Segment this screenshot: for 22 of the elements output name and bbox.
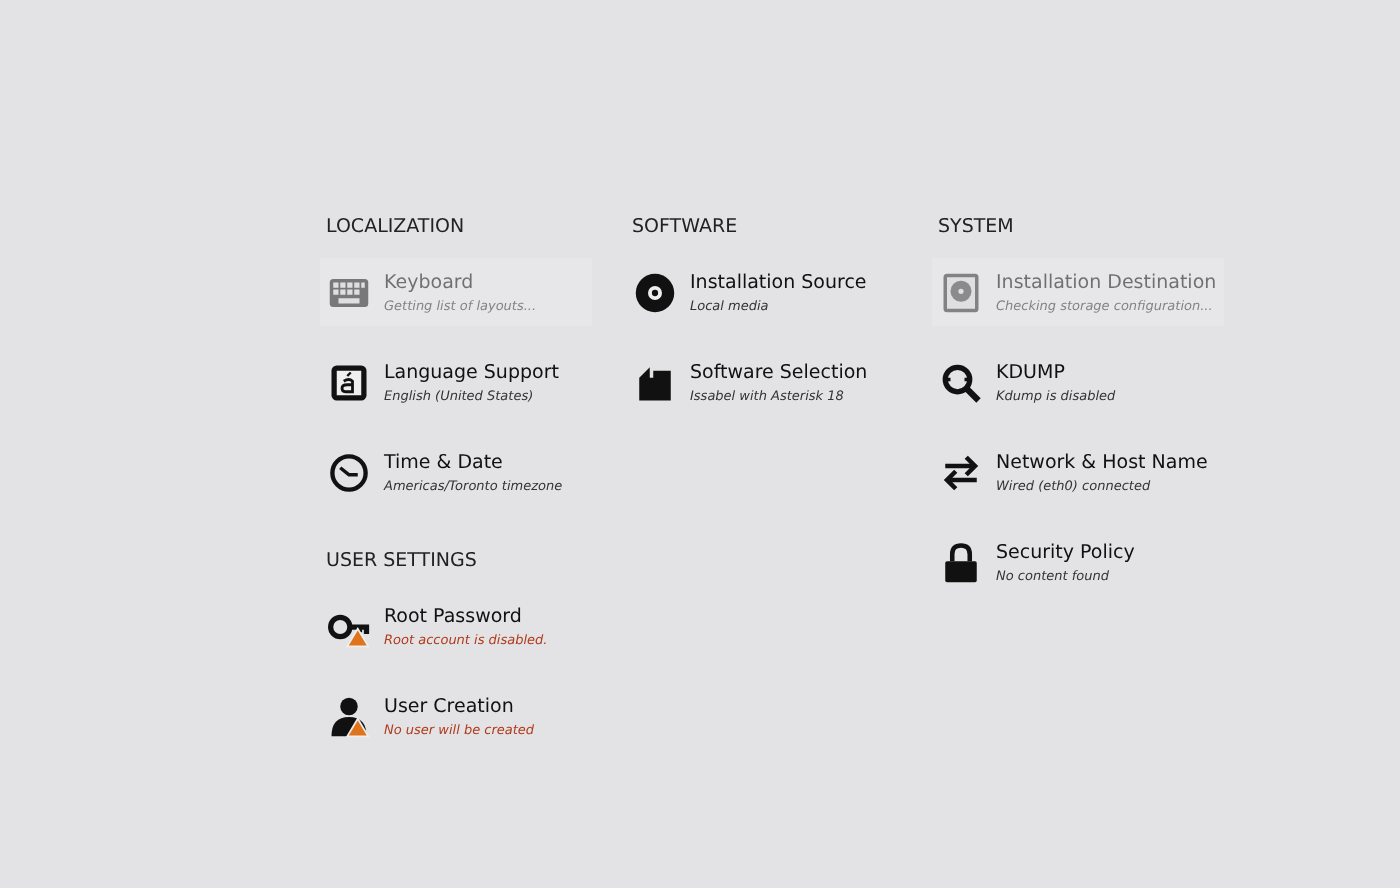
user-icon <box>328 695 370 737</box>
section-heading: USER SETTINGS <box>326 550 479 572</box>
clock-icon <box>328 451 370 493</box>
language-icon <box>328 361 370 403</box>
spoke-title: Security Policy <box>996 541 1135 563</box>
spoke-title: Time & Date <box>384 451 505 473</box>
section-heading: SYSTEM <box>938 216 1016 238</box>
spoke-title: Root Password <box>384 605 524 627</box>
search-icon <box>940 361 982 403</box>
spoke-title: Software Selection <box>690 361 868 383</box>
arrows-icon <box>940 451 982 493</box>
spoke-title: Installation Source <box>690 271 867 293</box>
spoke-title: Installation Destination <box>996 271 1217 293</box>
spoke-title: KDUMP <box>996 361 1067 383</box>
spoke-title: Keyboard <box>384 271 476 293</box>
lock-icon <box>940 541 982 583</box>
section-heading: SOFTWARE <box>632 216 740 238</box>
spoke-title: Network & Host Name <box>996 451 1208 473</box>
section-heading: LOCALIZATION <box>326 216 467 238</box>
spoke-title: User Creation <box>384 695 516 717</box>
spoke-title: Language Support <box>384 361 559 383</box>
disc-icon <box>634 271 676 313</box>
